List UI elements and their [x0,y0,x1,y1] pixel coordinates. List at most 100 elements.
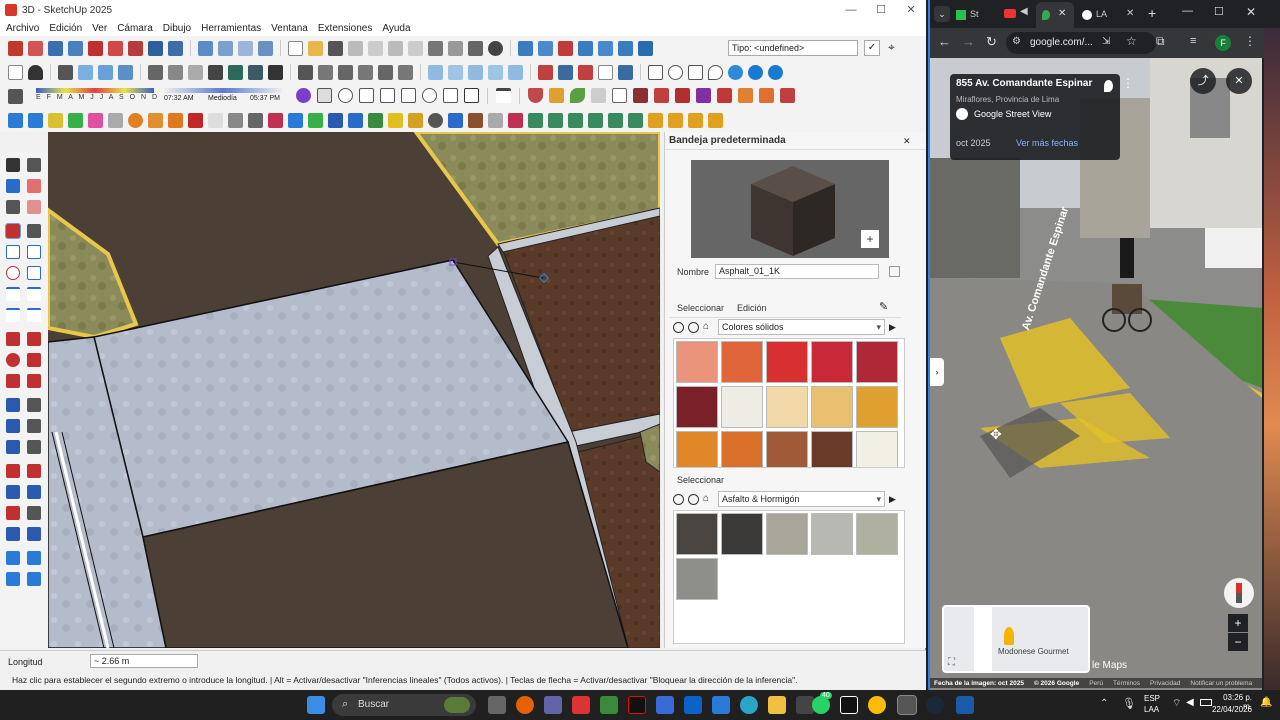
forward-icon[interactable]: → [962,34,975,49]
add-location-icon[interactable] [538,64,553,80]
swatch-dark-brown[interactable] [811,431,853,467]
scale-icon[interactable] [738,88,753,103]
xray-icon[interactable] [148,64,163,80]
install-app-icon[interactable]: ⇲ [1102,36,1110,47]
tag-tool-icon[interactable] [6,200,20,214]
tab-select[interactable]: Seleccionar [677,303,724,313]
rectangle-tool-icon[interactable] [6,245,20,259]
in-model-2-icon[interactable] [688,493,699,505]
smoove-icon[interactable] [558,40,573,56]
shield-icon[interactable] [528,88,543,103]
swatch-concrete-2[interactable] [811,513,853,555]
outliner-icon[interactable] [448,64,463,80]
maximize-button[interactable]: ☐ [866,0,896,20]
chrome-icon[interactable] [868,696,886,714]
p-plugin-icon[interactable] [296,88,311,103]
terms-link[interactable]: Términos [1113,680,1140,687]
shaded-textures-icon[interactable] [248,64,263,80]
sketchup-2-taskbar-icon[interactable] [956,696,974,714]
bookmark-star-icon[interactable]: ☆ [1126,34,1137,48]
tb4-green-icon[interactable] [68,112,83,128]
wifi-icon[interactable]: ⌔ [1172,697,1181,710]
layer-icon[interactable] [428,64,443,80]
arch-icon[interactable] [380,88,395,103]
offset-tool-icon[interactable] [27,374,41,388]
scale-tool-icon[interactable] [6,374,20,388]
browser-maximize-button[interactable]: ☐ [1214,5,1224,18]
type-field[interactable]: Tipo: <undefined> [728,40,858,56]
reading-list-icon[interactable]: ≡ [1190,35,1196,47]
tb4-blue-1-icon[interactable] [8,112,23,128]
drop-blue-2-icon[interactable] [768,64,783,80]
tb4-cross-icon[interactable] [328,112,343,128]
move-purple-icon[interactable] [696,88,711,103]
tb4-curve-icon[interactable] [248,112,263,128]
tb4-wave-icon[interactable] [228,112,243,128]
start-windows-icon[interactable] [307,696,325,714]
menu-herramientas[interactable]: Herramientas [201,23,261,34]
axes-tool-icon[interactable] [6,440,20,454]
front-view-icon[interactable] [98,64,113,80]
swatch-white[interactable] [721,386,763,428]
lang-1[interactable]: ESP [1144,694,1160,703]
pan-icon[interactable] [28,40,43,56]
warp-icon[interactable] [633,88,648,103]
follow-me-icon[interactable] [27,353,41,367]
length-input[interactable]: ~ 2.66 m [90,654,198,668]
photo-texture-icon[interactable] [578,64,593,80]
iso-camera-icon[interactable] [298,64,313,80]
outlook-icon[interactable] [684,696,702,714]
toggle-terrain-icon[interactable] [558,64,573,80]
sphere-icon[interactable] [422,88,437,103]
curve-icon[interactable] [612,88,627,103]
time-slider[interactable] [164,88,282,93]
notifications-icon[interactable]: 🔔 [1260,697,1272,708]
eyedropper-icon[interactable]: ✎ [879,300,888,313]
tab-list-chevron-icon[interactable]: ⌄ [934,6,950,22]
zoom-left-icon[interactable] [6,485,20,499]
swatch-orange-red[interactable] [721,341,763,383]
browser-minimize-button[interactable]: — [1182,5,1193,17]
tb4-rail-icon[interactable] [568,112,583,128]
tape-measure-icon[interactable] [6,398,20,412]
flag-icon[interactable] [549,88,564,103]
back-icon[interactable]: ← [938,34,951,49]
sandbox-left-3-icon[interactable] [6,572,20,586]
confirm-check-icon[interactable]: ✓ [864,40,880,56]
left-camera-icon[interactable] [398,64,413,80]
swatch-dark-red[interactable] [856,341,898,383]
details-arrow-2-icon[interactable]: ▶ [889,494,899,505]
compass-button[interactable] [1224,578,1254,608]
details-arrow-icon[interactable]: ▶ [889,322,899,333]
cylinder-icon[interactable] [443,88,458,103]
mic-icon[interactable]: 🎙 [1122,697,1136,710]
protractor-icon[interactable] [6,419,20,433]
menu-dibujo[interactable]: Dibujo [163,23,191,34]
expand-panel-button[interactable]: › [930,358,944,386]
swatch-salmon[interactable] [676,341,718,383]
swatch-asphalt-2[interactable] [721,513,763,555]
rotated-rect-icon[interactable] [27,245,41,259]
close-street-view-button[interactable]: ✕ [1226,68,1252,94]
text-tool-icon[interactable] [618,64,633,80]
pdf-icon[interactable] [572,696,590,714]
swatch-dark-orange[interactable] [721,431,763,467]
shadows-icon[interactable] [8,88,23,104]
zoom-extents-left-icon[interactable] [6,506,20,520]
push-pull-icon[interactable] [27,332,41,346]
swatch-concrete-4[interactable] [676,558,718,600]
tb4-wall-icon[interactable] [588,112,603,128]
tb4-orange-3-icon[interactable] [168,112,183,128]
box-icon[interactable] [317,88,332,103]
eraser-icon[interactable] [27,179,41,193]
user-icon[interactable] [28,64,43,80]
teams-icon[interactable] [544,696,562,714]
leaf-icon[interactable] [570,88,585,103]
new-tab-button[interactable]: + [1148,5,1156,21]
sandbox-from-contours-icon[interactable] [518,40,533,56]
right-camera-icon[interactable] [358,64,373,80]
components-icon[interactable] [468,64,483,80]
zoom-window-icon[interactable] [68,40,83,56]
card-menu-icon[interactable]: ⋮ [1122,76,1134,90]
store-icon[interactable] [656,696,674,714]
